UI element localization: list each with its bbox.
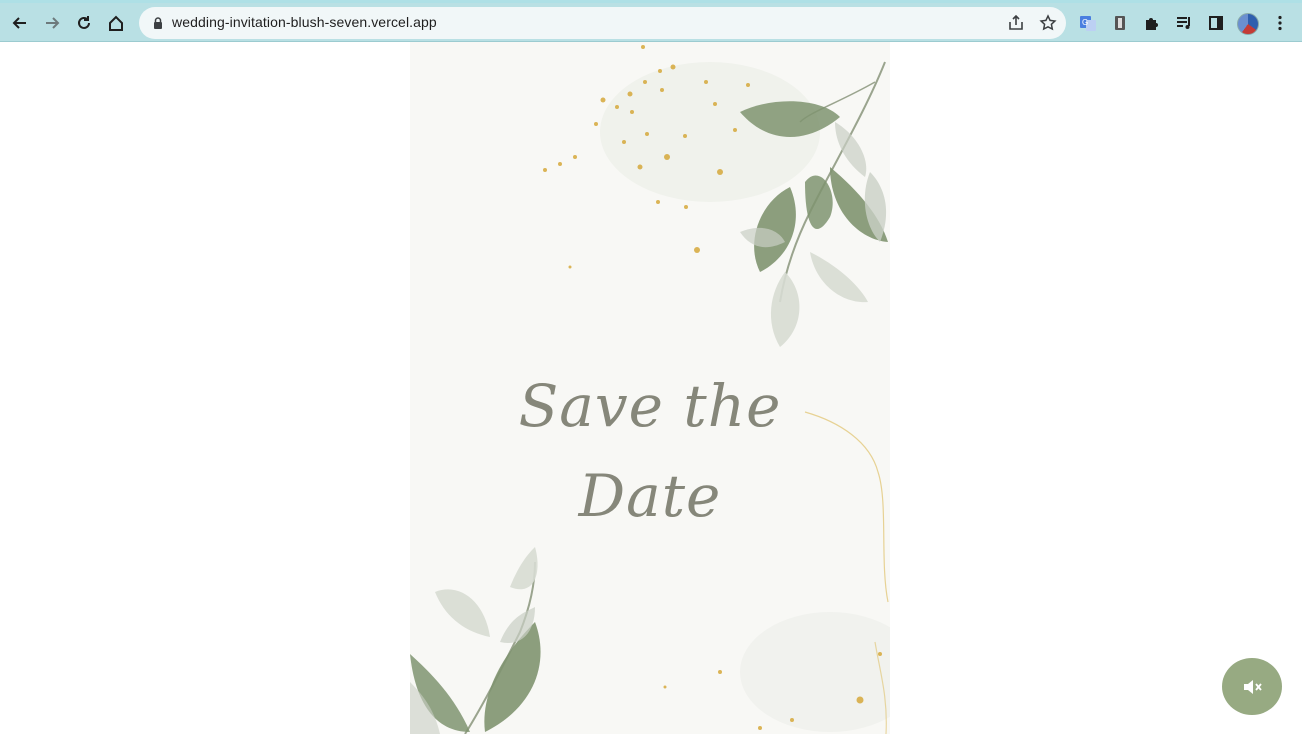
unmute-music-button[interactable] (1222, 658, 1282, 715)
invitation-card: Save the Date (410, 42, 890, 734)
puzzle-icon (1146, 18, 1158, 30)
menu-icon (1278, 15, 1282, 31)
extensions-menu-button[interactable] (1138, 9, 1166, 37)
extension-icon (1115, 16, 1125, 30)
browser-toolbar: wedding-invitation-blush-seven.vercel.ap… (0, 0, 1302, 42)
home-icon (109, 15, 123, 31)
translate-icon: G (1080, 16, 1096, 31)
bottom-left-leaves (410, 547, 541, 734)
side-panel-button[interactable] (1202, 9, 1230, 37)
page-viewport: Save the Date (0, 42, 1302, 734)
translate-extension-button[interactable]: G (1074, 9, 1102, 37)
browser-menu-button[interactable] (1266, 9, 1294, 37)
star-icon[interactable] (1039, 14, 1057, 32)
forward-icon (46, 17, 60, 29)
address-bar[interactable]: wedding-invitation-blush-seven.vercel.ap… (139, 7, 1066, 39)
home-button[interactable] (102, 9, 130, 37)
extension-button[interactable] (1106, 9, 1134, 37)
back-button[interactable] (6, 9, 34, 37)
reload-icon (78, 16, 90, 29)
save-the-date-title-line2: Date (578, 462, 722, 530)
save-the-date-title-line1: Save the (518, 372, 782, 440)
url-text[interactable]: wedding-invitation-blush-seven.vercel.ap… (172, 14, 437, 30)
profile-avatar[interactable] (1237, 13, 1259, 35)
media-control-button[interactable] (1170, 9, 1198, 37)
speaker-muted-icon (1244, 679, 1262, 694)
svg-text:G: G (1082, 18, 1088, 27)
top-right-leaves (740, 61, 888, 347)
media-icon (1177, 17, 1190, 29)
share-icon[interactable] (1007, 14, 1025, 32)
forward-button[interactable] (38, 9, 66, 37)
back-icon (12, 17, 26, 29)
sidepanel-icon (1209, 16, 1223, 30)
reload-button[interactable] (70, 9, 98, 37)
lock-icon (154, 17, 162, 29)
